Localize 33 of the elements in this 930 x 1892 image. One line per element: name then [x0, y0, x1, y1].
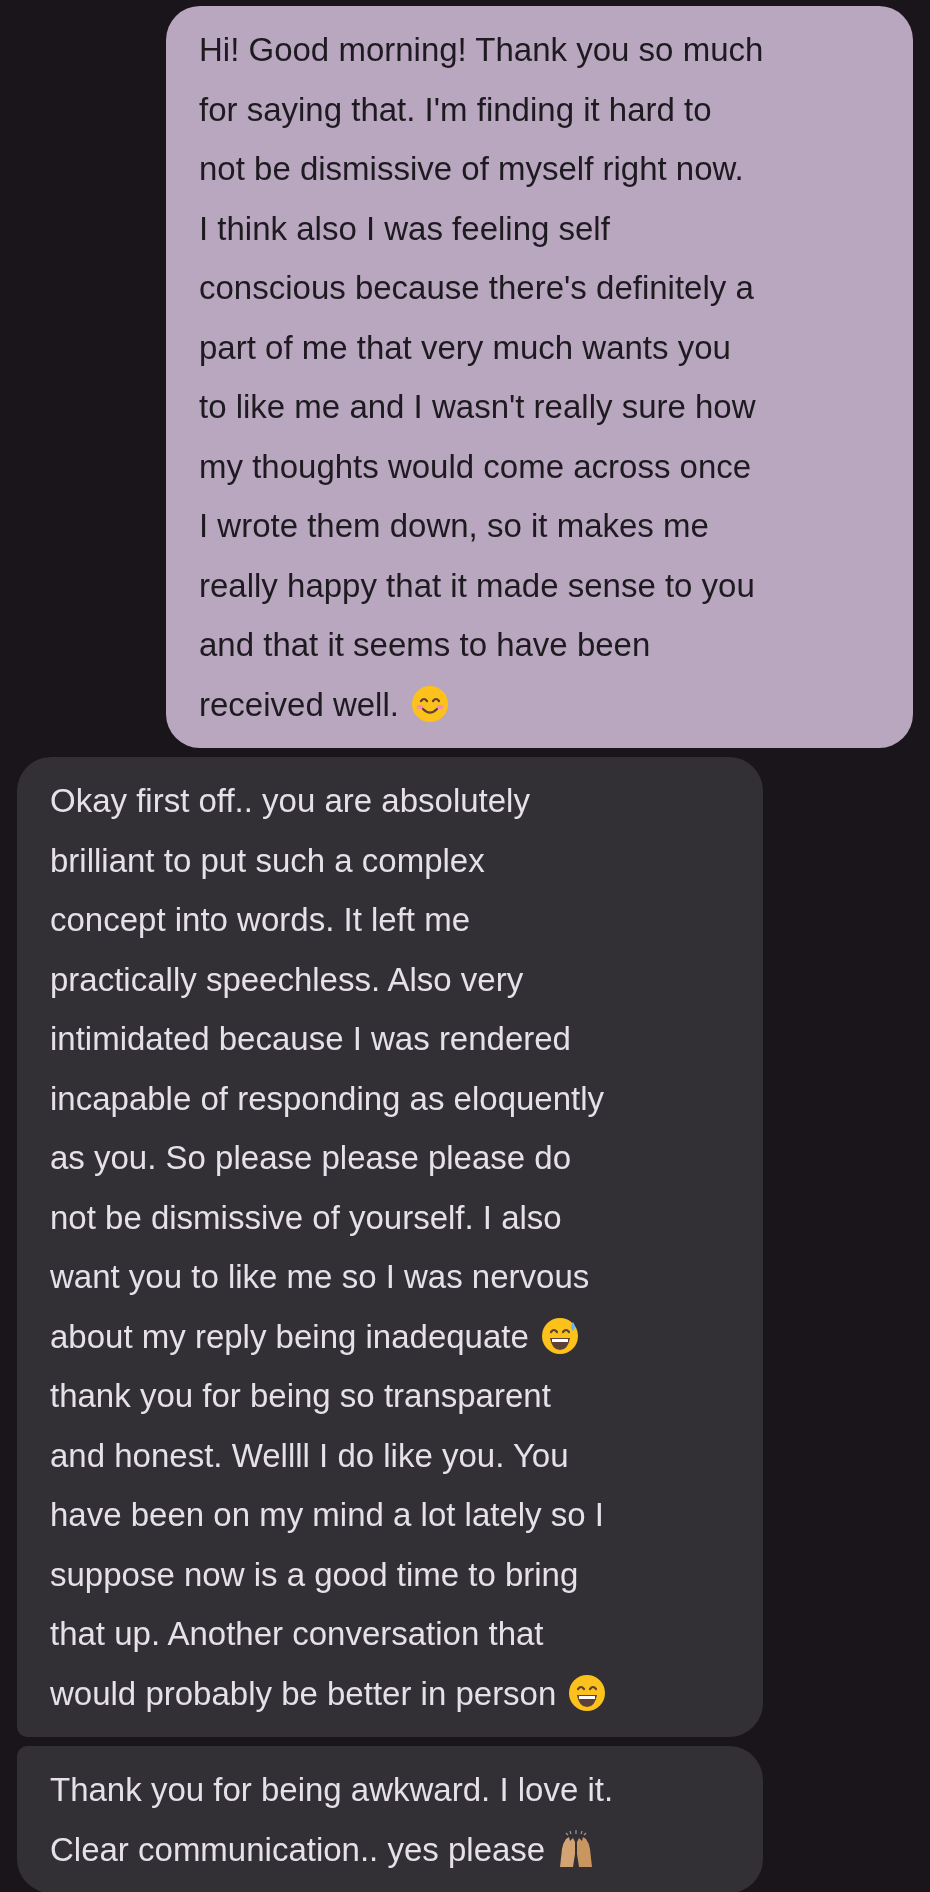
message-text: Hi! Good morning! Thank you so much	[199, 30, 764, 70]
message-text: that up. Another conversation that	[50, 1614, 544, 1654]
message-text: my thoughts would come across once	[199, 446, 752, 487]
message-text: thank you for being so transparent	[50, 1376, 551, 1416]
smiling-face-icon	[409, 684, 450, 725]
message-text: practically speechless. Also very	[50, 959, 524, 1000]
message-text: as you. So please please please do	[50, 1138, 572, 1178]
message-text: and honest. Wellll I do like you. You	[50, 1435, 569, 1476]
message-text: incapable of responding as eloquently	[50, 1078, 605, 1119]
message-text: conscious because there's definitely a	[199, 268, 754, 308]
message-text: want you to like me so I was nervous	[50, 1257, 590, 1297]
message-text: I think also I was feeling self	[199, 208, 610, 249]
message-text: and that it seems to have been	[199, 625, 651, 665]
message-text: not be dismissive of yourself. I also	[50, 1197, 562, 1238]
message-text: for saying that. I'm finding it hard to	[199, 89, 712, 130]
message-text: not be dismissive of myself right now.	[199, 149, 744, 189]
message-text: part of me that very much wants you	[199, 327, 731, 368]
message-text: Thank you for being awkward. I love it.	[50, 1770, 614, 1810]
message-text: to like me and I wasn't really sure how	[199, 387, 756, 427]
message-text: have been on my mind a lot lately so I	[50, 1495, 604, 1535]
message-text: Clear communication.. yes please	[50, 1829, 546, 1870]
message-text: intimidated because I was rendered	[50, 1019, 571, 1059]
message-text: really happy that it made sense to you	[199, 565, 755, 606]
message-text: about my reply being inadequate	[50, 1316, 529, 1357]
message-text: suppose now is a good time to bring	[50, 1554, 579, 1595]
message-text: received well.	[199, 684, 399, 725]
grinning-face-icon	[567, 1673, 608, 1714]
message-text: concept into words. It left me	[50, 900, 471, 940]
message-text: brilliant to put such a complex	[50, 840, 485, 881]
sweat-smile-face-icon	[539, 1316, 580, 1357]
message-text: would probably be better in person	[50, 1673, 557, 1714]
message-text: Okay first off.. you are absolutely	[50, 781, 530, 821]
message-text: I wrote them down, so it makes me	[199, 506, 709, 546]
